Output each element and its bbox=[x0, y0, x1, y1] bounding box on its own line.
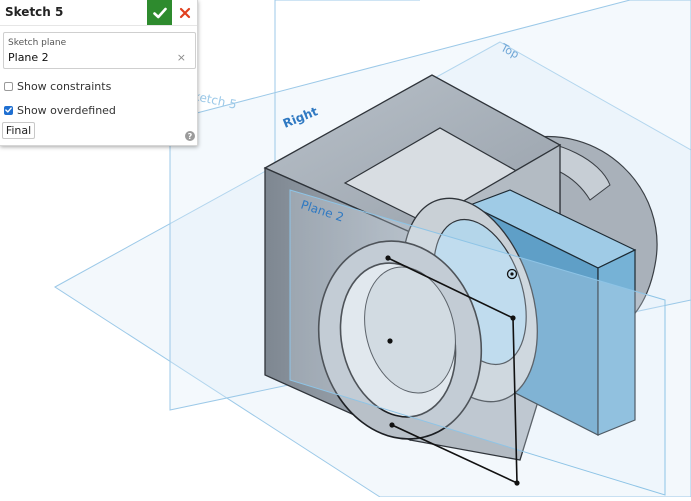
sketch-point[interactable] bbox=[385, 255, 391, 261]
sketch-plane-label: Sketch plane bbox=[8, 38, 67, 48]
show-overdefined-label: Show overdefined bbox=[17, 103, 116, 117]
show-constraints-checkbox[interactable] bbox=[4, 81, 13, 91]
sketch-plane-field[interactable]: Sketch plane Plane 2 × bbox=[3, 32, 196, 69]
sketch-dialog: Sketch 5 Sketch plane Plane 2 × Show con… bbox=[0, 0, 198, 146]
checkmark-icon bbox=[5, 107, 12, 113]
sketch-point[interactable] bbox=[387, 338, 393, 344]
sketch-point[interactable] bbox=[514, 480, 520, 486]
close-icon bbox=[179, 7, 190, 18]
sketch-point[interactable] bbox=[510, 315, 516, 321]
show-constraints-label: Show constraints bbox=[17, 79, 112, 93]
origin-dot bbox=[510, 272, 514, 276]
show-overdefined-row[interactable]: Show overdefined bbox=[4, 103, 116, 117]
clear-selection-icon[interactable]: × bbox=[177, 51, 186, 64]
check-icon bbox=[152, 7, 167, 18]
show-overdefined-checkbox[interactable] bbox=[4, 105, 13, 115]
accept-button[interactable] bbox=[147, 0, 172, 25]
final-button[interactable]: Final bbox=[2, 122, 35, 139]
sketch-point[interactable] bbox=[389, 422, 395, 428]
dialog-title: Sketch 5 bbox=[5, 5, 64, 19]
dialog-header: Sketch 5 bbox=[0, 0, 197, 26]
help-icon[interactable]: ? bbox=[185, 131, 195, 141]
cancel-button[interactable] bbox=[174, 0, 195, 25]
show-constraints-row[interactable]: Show constraints bbox=[4, 79, 111, 93]
sketch-plane-value: Plane 2 bbox=[8, 51, 49, 64]
